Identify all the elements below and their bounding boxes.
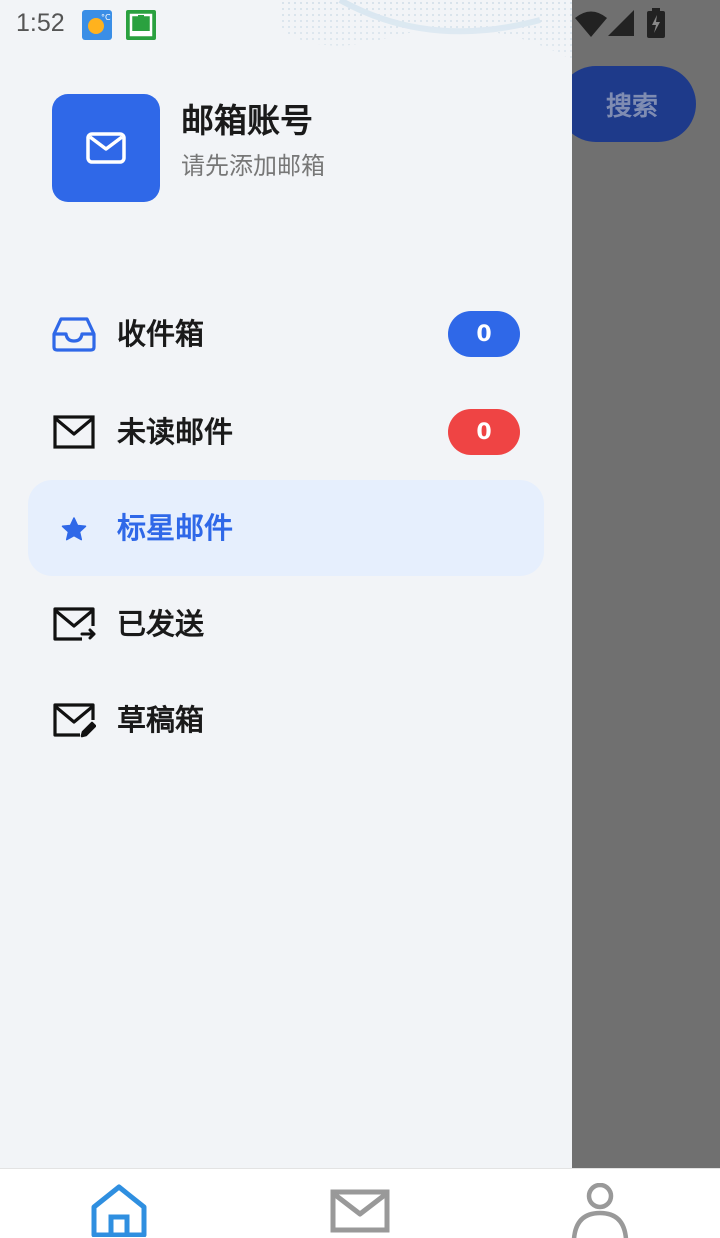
weather-icon: °C [82, 10, 112, 40]
menu-label: 收件箱 [117, 317, 205, 351]
navigation-drawer: 邮箱账号 请先添加邮箱 收件箱 0 未读邮件 0 标星邮件 已发送 草稿箱 [0, 0, 572, 1168]
star-icon [61, 517, 87, 541]
unread-count-badge: 0 [448, 409, 520, 455]
inbox-count-badge: 0 [448, 311, 520, 357]
account-avatar[interactable] [52, 94, 160, 202]
menu-item-sent[interactable]: 已发送 [28, 576, 544, 672]
nav-mail[interactable] [240, 1169, 480, 1238]
menu-label: 草稿箱 [117, 703, 205, 737]
menu-label: 未读邮件 [117, 415, 234, 449]
signal-icon [608, 10, 634, 36]
bottom-navigation [0, 1168, 720, 1238]
wifi-icon [575, 11, 607, 37]
mail-sent-icon [53, 607, 96, 641]
svg-text:°C: °C [101, 13, 111, 22]
battery-charging-icon [647, 8, 665, 38]
menu-label: 已发送 [117, 607, 205, 641]
status-time: 1:52 [16, 9, 65, 37]
search-button: 搜索 [558, 66, 696, 142]
menu-item-starred[interactable]: 标星邮件 [28, 480, 544, 576]
menu-item-inbox[interactable]: 收件箱 0 [28, 286, 544, 382]
inbox-icon [52, 317, 96, 352]
nav-profile[interactable] [480, 1169, 720, 1238]
nav-home[interactable] [0, 1169, 240, 1238]
menu-item-unread[interactable]: 未读邮件 0 [28, 384, 544, 480]
mail-draft-icon [53, 703, 96, 738]
menu-item-drafts[interactable]: 草稿箱 [28, 672, 544, 768]
menu-label: 标星邮件 [117, 511, 234, 545]
mail-icon [330, 1189, 390, 1233]
home-icon [91, 1184, 147, 1237]
account-subtitle[interactable]: 请先添加邮箱 [181, 146, 325, 181]
account-title[interactable]: 邮箱账号 [181, 94, 313, 142]
mail-icon [86, 132, 126, 164]
user-icon [571, 1183, 629, 1238]
status-bar: 1:52 °C [0, 0, 720, 50]
app-notification-icon [126, 10, 156, 40]
envelope-icon [53, 415, 95, 449]
